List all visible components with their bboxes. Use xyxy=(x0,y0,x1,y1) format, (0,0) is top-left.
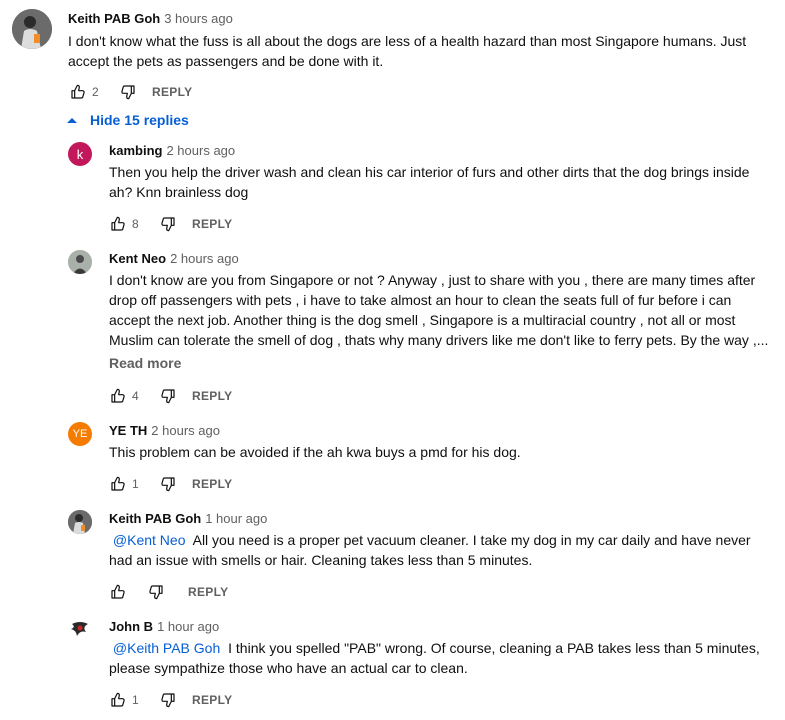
caret-up-icon xyxy=(67,118,77,123)
like-count: 8 xyxy=(132,217,139,231)
like-count: 1 xyxy=(132,477,139,491)
avatar-letter: YE xyxy=(72,428,88,440)
reply-button[interactable]: REPLY xyxy=(192,477,232,491)
author-name[interactable]: Keith PAB Goh xyxy=(109,511,201,526)
comment-line: accept the pets as passengers and be don… xyxy=(68,53,384,69)
comment-time[interactable]: 1 hour ago xyxy=(157,619,219,634)
user-photo-icon xyxy=(68,510,92,534)
like-button[interactable] xyxy=(106,472,130,496)
thumbs-down-icon xyxy=(149,585,163,600)
comment-time[interactable]: 3 hours ago xyxy=(164,11,233,26)
user-photo-icon xyxy=(68,250,92,274)
reply-button[interactable]: REPLY xyxy=(192,217,232,231)
comment-line: ah? Knn brainless dog xyxy=(109,184,249,200)
like-button[interactable] xyxy=(106,580,130,604)
like-button[interactable] xyxy=(106,212,130,236)
comment-text: @Kent Neo All you need is a proper pet v… xyxy=(109,530,751,570)
mention-link[interactable]: @Keith PAB Goh xyxy=(113,640,220,656)
thumbs-up-icon xyxy=(111,476,125,491)
like-count: 4 xyxy=(132,389,139,403)
comment-time[interactable]: 2 hours ago xyxy=(170,251,239,266)
thumbs-up-icon xyxy=(111,584,125,599)
thumbs-up-icon xyxy=(111,388,125,403)
comment-actions: REPLY xyxy=(106,580,228,604)
comment-line: please sympathize those who have an actu… xyxy=(109,660,468,676)
user-photo-icon xyxy=(12,9,52,49)
comment-actions: 4 REPLY xyxy=(106,384,232,408)
hide-replies-button[interactable]: Hide 15 replies xyxy=(66,111,189,129)
comment-time[interactable]: 2 hours ago xyxy=(151,423,220,438)
dislike-button[interactable] xyxy=(156,384,180,408)
thumbs-down-icon xyxy=(161,389,175,404)
reply-button[interactable]: REPLY xyxy=(192,389,232,403)
author-name[interactable]: John B xyxy=(109,619,153,634)
comment-time[interactable]: 1 hour ago xyxy=(205,511,267,526)
mention-link[interactable]: @Kent Neo xyxy=(113,532,186,548)
comment-text: I don't know what the fuss is all about … xyxy=(68,31,746,71)
avatar[interactable] xyxy=(68,618,92,642)
thumbs-up-icon xyxy=(111,692,125,707)
comment-text: Then you help the driver wash and clean … xyxy=(109,162,749,202)
comment-line: This problem can be avoided if the ah kw… xyxy=(109,444,521,460)
reply-author[interactable]: Kent Neo 2 hours ago xyxy=(109,251,239,266)
comment-line: had an issue with smells or hair. Cleani… xyxy=(109,552,533,568)
author-name[interactable]: YE TH xyxy=(109,423,147,438)
comment-text: @Keith PAB Goh I think you spelled "PAB"… xyxy=(109,638,760,678)
comment-line: @Keith PAB Goh I think you spelled "PAB"… xyxy=(109,638,760,658)
comment-actions: 2 REPLY xyxy=(66,80,192,104)
author-name[interactable]: kambing xyxy=(109,143,162,158)
comment-line: Then you help the driver wash and clean … xyxy=(109,164,750,180)
thumbs-up-icon xyxy=(111,216,125,231)
like-count: 1 xyxy=(132,693,139,707)
avatar[interactable] xyxy=(12,9,52,49)
avatar[interactable] xyxy=(68,250,92,274)
like-button[interactable] xyxy=(106,384,130,408)
thumbs-down-icon xyxy=(161,217,175,232)
reply-author[interactable]: kambing 2 hours ago xyxy=(109,143,235,158)
avatar[interactable]: YE xyxy=(68,422,92,446)
thumbs-down-icon xyxy=(161,477,175,492)
comment-line-text: I think you spelled "PAB" wrong. Of cour… xyxy=(228,640,760,656)
comment-line: Muslim can tolerate the smell of dog , t… xyxy=(109,332,769,348)
reply-author[interactable]: John B 1 hour ago xyxy=(109,619,219,634)
comment-actions: 1 REPLY xyxy=(106,688,232,712)
reply-button[interactable]: REPLY xyxy=(152,85,192,99)
read-more-button[interactable]: Read more xyxy=(109,355,181,371)
comment-author[interactable]: Keith PAB Goh 3 hours ago xyxy=(68,11,233,26)
thumbs-down-icon xyxy=(161,693,175,708)
dislike-button[interactable] xyxy=(144,580,168,604)
hide-replies-label: Hide 15 replies xyxy=(90,112,189,128)
dislike-button[interactable] xyxy=(156,472,180,496)
comment-time[interactable]: 2 hours ago xyxy=(166,143,235,158)
reply-button[interactable]: REPLY xyxy=(192,693,232,707)
comment-line: accept the next job. Another thing is th… xyxy=(109,312,736,328)
comment-line: I don't know are you from Singapore or n… xyxy=(109,272,756,288)
like-count: 2 xyxy=(92,85,99,99)
comment-actions: 1 REPLY xyxy=(106,472,232,496)
author-name[interactable]: Keith PAB Goh xyxy=(68,11,160,26)
like-button[interactable] xyxy=(106,688,130,712)
comment-text: I don't know are you from Singapore or n… xyxy=(109,270,768,350)
reply-author[interactable]: Keith PAB Goh 1 hour ago xyxy=(109,511,267,526)
comment-line: drop off passengers with pets , i have t… xyxy=(109,292,732,308)
comment-line: I don't know what the fuss is all about … xyxy=(68,33,747,49)
comment-line-text: All you need is a proper pet vacuum clea… xyxy=(192,532,751,548)
like-button[interactable] xyxy=(66,80,90,104)
avatar-letter: k xyxy=(76,146,84,162)
thumbs-up-icon xyxy=(71,84,85,99)
comment-text: This problem can be avoided if the ah kw… xyxy=(109,442,521,462)
comment-actions: 8 REPLY xyxy=(106,212,232,236)
reply-author[interactable]: YE TH 2 hours ago xyxy=(109,423,220,438)
author-name[interactable]: Kent Neo xyxy=(109,251,166,266)
dislike-button[interactable] xyxy=(156,688,180,712)
dislike-button[interactable] xyxy=(156,212,180,236)
reply-button[interactable]: REPLY xyxy=(188,585,228,599)
avatar[interactable] xyxy=(68,510,92,534)
avatar[interactable]: k xyxy=(68,142,92,166)
dislike-button[interactable] xyxy=(116,80,140,104)
thumbs-down-icon xyxy=(121,85,135,100)
comment-line: @Kent Neo All you need is a proper pet v… xyxy=(109,530,751,550)
user-photo-icon xyxy=(68,618,92,642)
